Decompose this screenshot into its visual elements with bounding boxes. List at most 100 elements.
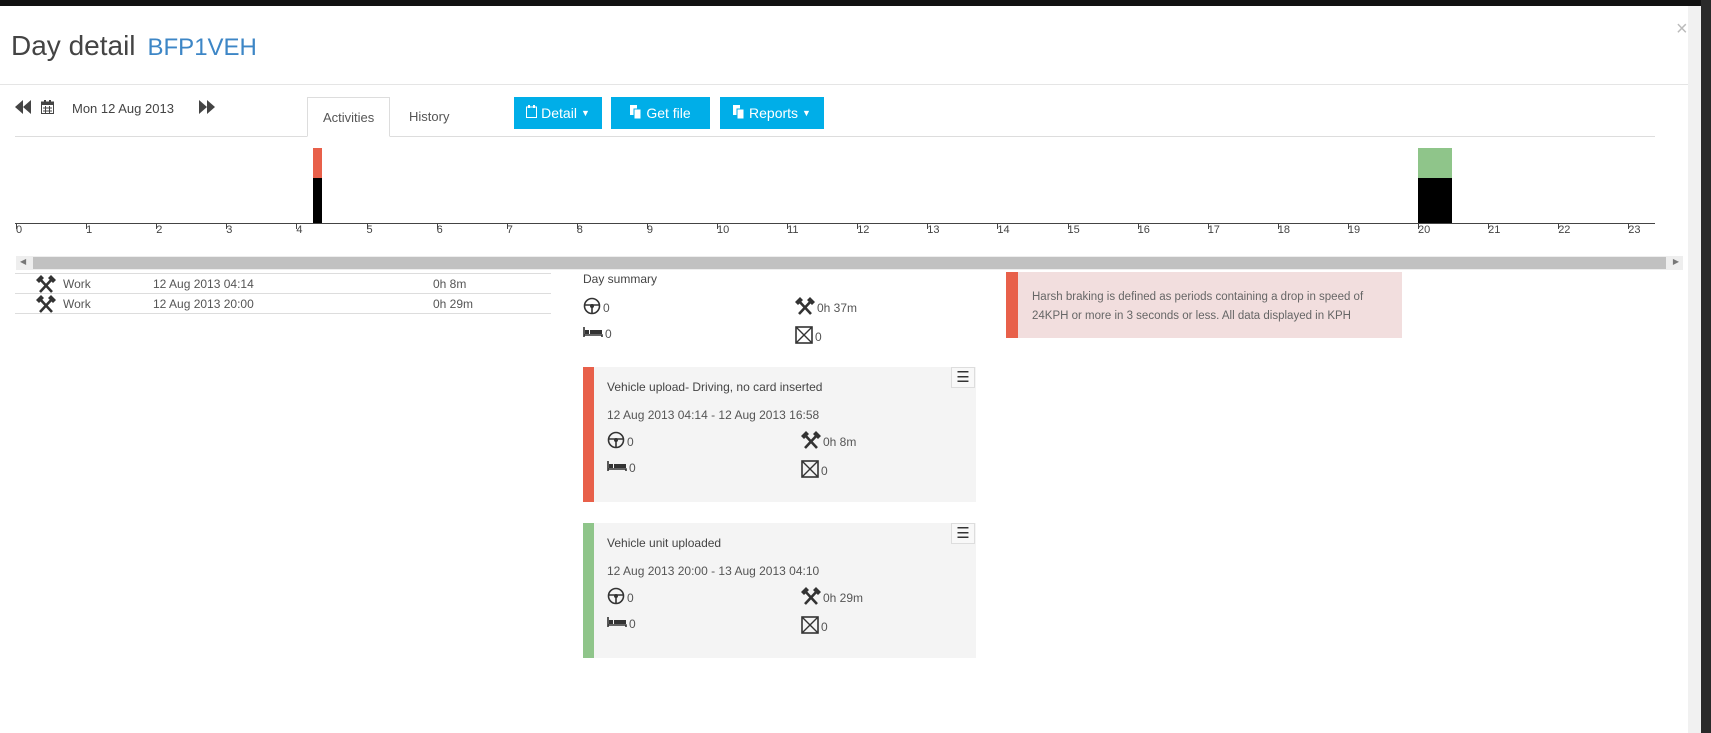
axis-tick-label: 7 [506, 224, 513, 236]
card-title: Vehicle unit uploaded [607, 536, 722, 550]
stat-unknown: 0 [795, 326, 822, 347]
activity-type: Work [63, 277, 91, 291]
day-summary-title: Day summary [583, 272, 658, 286]
get-file-button[interactable]: Get file [611, 97, 710, 129]
axis-tick-label: 2 [156, 224, 163, 236]
divider [0, 84, 1688, 85]
axis-tick-label: 9 [646, 224, 654, 236]
stat-value: 0h 29m [823, 590, 864, 605]
scroll-right-arrow[interactable]: ▶ [1673, 257, 1679, 266]
axis-tick-label: 19 [1347, 224, 1361, 236]
stat-rest: 0 [607, 460, 636, 475]
hamburger-menu-icon[interactable]: ☰ [951, 523, 975, 544]
card-status-bar [583, 523, 594, 658]
timeline-status-segment[interactable] [1418, 148, 1452, 178]
tab-divider [15, 136, 1655, 137]
unknown-box-icon [795, 326, 813, 347]
hamburger-menu-icon[interactable]: ☰ [951, 367, 975, 388]
stat-driving: 0 [583, 297, 610, 318]
activity-type: Work [63, 297, 91, 311]
stat-work: 0h 29m [801, 587, 863, 608]
activity-card: Vehicle unit uploaded 12 Aug 2013 20:00 -… [583, 523, 976, 658]
card-title: Vehicle upload- Driving, no card inserte… [607, 380, 823, 394]
axis-tick-label: 3 [226, 224, 233, 236]
calendar-icon [526, 105, 538, 121]
axis-tick-label: 10 [717, 224, 730, 236]
timeline-work-segment[interactable] [312, 178, 323, 223]
detail-button[interactable]: Detail ▼ [514, 97, 602, 129]
axis-tick-label: 16 [1137, 224, 1150, 236]
alert-text: Harsh braking is defined as periods cont… [1032, 291, 1364, 322]
get-file-label: Get file [646, 105, 691, 121]
axis-tick-label: 5 [366, 224, 373, 236]
unknown-box-icon [801, 460, 819, 481]
activity-row[interactable]: Work 12 Aug 2013 20:00 0h 29m [15, 293, 551, 313]
stat-driving: 0 [607, 587, 634, 608]
stat-value: 0 [627, 590, 634, 605]
reports-button[interactable]: Reports ▼ [720, 97, 824, 129]
stat-value: 0 [603, 300, 610, 315]
harsh-braking-alert: Harsh braking is defined as periods cont… [1006, 272, 1402, 338]
stat-value: 0 [605, 326, 612, 341]
stat-value: 0 [821, 463, 828, 478]
stat-value: 0 [629, 460, 636, 475]
card-date-range: 12 Aug 2013 20:00 - 13 Aug 2013 04:10 [607, 564, 820, 578]
stat-value: 0h 37m [817, 300, 858, 315]
vehicle-id: BFP1VEH [147, 34, 257, 61]
scrollbar-thumb[interactable] [33, 257, 1666, 269]
stat-value: 0 [627, 434, 634, 449]
bed-icon [607, 460, 627, 475]
steering-wheel-icon [607, 431, 625, 452]
axis-tick-label: 23 [1628, 224, 1641, 236]
axis-tick-label: 17 [1207, 224, 1220, 236]
stat-value: 0 [629, 616, 636, 631]
work-hammers-icon [801, 431, 821, 452]
page-title: Day detail BFP1VEH [11, 30, 257, 62]
tab-activities[interactable]: Activities [307, 97, 391, 137]
timeline-scrollbar[interactable]: ◀ ▶ [16, 256, 1683, 270]
axis-tick-label: 22 [1558, 224, 1571, 236]
axis-tick-label: 11 [787, 224, 799, 236]
divider [15, 313, 551, 314]
stat-work: 0h 8m [801, 431, 856, 452]
stat-value: 0 [815, 329, 822, 344]
caret-down-icon: ▼ [802, 108, 811, 118]
current-date: Mon 12 Aug 2013 [72, 101, 174, 116]
bed-icon [583, 326, 603, 341]
axis-tick-label: 18 [1277, 224, 1291, 236]
title-text: Day detail [11, 30, 136, 61]
detail-label: Detail [541, 105, 577, 121]
calendar-icon[interactable] [41, 100, 54, 118]
steering-wheel-icon [583, 297, 601, 318]
axis-tick-label: 1 [86, 224, 93, 236]
work-hammers-icon [801, 587, 821, 608]
stat-unknown: 0 [801, 460, 828, 481]
tab-history[interactable]: History [394, 97, 464, 137]
close-button[interactable]: × [1676, 18, 1688, 41]
stat-work: 0h 37m [795, 297, 857, 318]
page-scrollbar[interactable] [1688, 6, 1701, 733]
axis-tick-label: 12 [857, 224, 870, 236]
stat-rest: 0 [607, 616, 636, 631]
files-icon [630, 104, 642, 122]
axis-tick-label: 0 [16, 224, 23, 236]
window-top-bar [0, 0, 1711, 6]
axis-tick-label: 6 [436, 224, 443, 236]
activity-duration: 0h 8m [433, 277, 467, 291]
fast-forward-icon[interactable] [199, 100, 215, 118]
timeline-status-segment[interactable] [312, 148, 323, 178]
stat-value: 0h 8m [823, 434, 857, 449]
alert-bar [1006, 272, 1018, 338]
stat-driving: 0 [607, 431, 634, 452]
card-status-bar [583, 367, 594, 502]
window-edge [1701, 0, 1711, 733]
stat-value: 0 [821, 619, 828, 634]
activity-row[interactable]: Work 12 Aug 2013 04:14 0h 8m [15, 273, 551, 293]
card-date-range: 12 Aug 2013 04:14 - 12 Aug 2013 16:58 [607, 408, 820, 422]
fast-backward-icon[interactable] [15, 100, 31, 118]
axis-tick-label: 13 [927, 224, 940, 236]
axis-tick-label: 4 [296, 224, 303, 236]
timeline-work-segment[interactable] [1418, 178, 1452, 223]
activity-card: Vehicle upload- Driving, no card inserte… [583, 367, 976, 502]
scroll-left-arrow[interactable]: ◀ [20, 257, 26, 266]
